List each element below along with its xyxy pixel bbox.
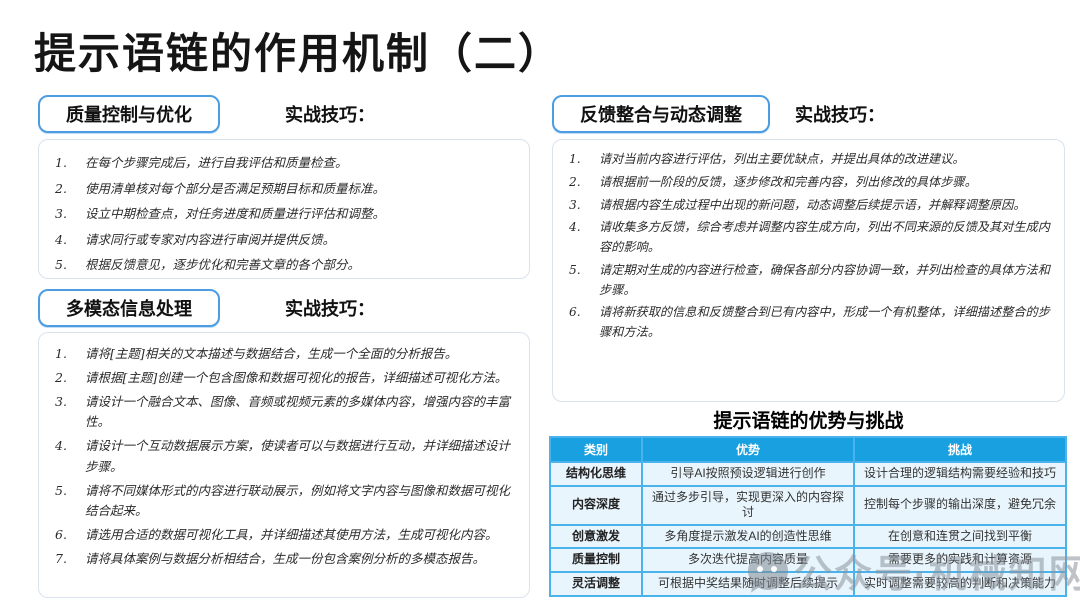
section-badge-multimodal: 多模态信息处理 bbox=[38, 289, 220, 327]
cell-advantage: 引导AI按照预设逻辑进行创作 bbox=[642, 462, 854, 486]
list-item-number: 4. bbox=[53, 436, 85, 478]
list-item-text: 请根据前一阶段的反馈，逐步修改和完善内容，列出修改的具体步骤。 bbox=[599, 173, 1052, 193]
list-item-number: 2. bbox=[567, 173, 599, 193]
list-item-text: 请根据[主题]创建一个包含图像和数据可视化的报告，详细描述可视化方法。 bbox=[85, 368, 517, 389]
list-item: 7. 请将具体案例与数据分析相结合，生成一份包含案例分析的多模态报告。 bbox=[53, 549, 517, 570]
list-item-number: 5. bbox=[567, 261, 599, 301]
cell-challenge: 设计合理的逻辑结构需要经验和技巧 bbox=[854, 462, 1066, 486]
table-header-row: 类别 优势 挑战 bbox=[550, 437, 1066, 462]
cell-advantage: 多角度提示激发AI的创造性思维 bbox=[642, 525, 854, 549]
list-item: 5. 根据反馈意见，逐步优化和完善文章的各个部分。 bbox=[53, 254, 517, 276]
list-item-text: 使用清单核对每个部分是否满足预期目标和质量标准。 bbox=[85, 178, 517, 200]
cell-category: 创意激发 bbox=[550, 525, 642, 549]
cell-advantage: 通过多步引导，实现更深入的内容探讨 bbox=[642, 486, 854, 525]
list-item: 6. 请选用合适的数据可视化工具，并详细描述其使用方法，生成可视化内容。 bbox=[53, 525, 517, 546]
table-row: 灵活调整 可根据中奖结果随时调整后续提示 实时调整需要较高的判断和决策能力 bbox=[550, 572, 1066, 596]
page-title: 提示语链的作用机制（二） bbox=[34, 20, 562, 81]
section-quality-header: 质量控制与优化 实战技巧： bbox=[38, 95, 530, 131]
cell-category: 灵活调整 bbox=[550, 572, 642, 596]
list-item: 4. 请收集多方反馈，综合考虑并调整内容生成方向，列出不同来源的反馈及其对生成内… bbox=[567, 218, 1052, 258]
section-multimodal-header: 多模态信息处理 实战技巧： bbox=[38, 289, 530, 325]
table-row: 质量控制 多次迭代提高内容质量 需要更多的实践和计算资源 bbox=[550, 548, 1066, 572]
list-item-number: 3. bbox=[53, 392, 85, 434]
list-item-text: 请定期对生成的内容进行检查，确保各部分内容协调一致，并列出检查的具体方法和步骤。 bbox=[599, 261, 1052, 301]
list-item-text: 请将新获取的信息和反馈整合到已有内容中，形成一个有机整体，详细描述整合的步骤和方… bbox=[599, 303, 1052, 343]
tips-label: 实战技巧： bbox=[795, 101, 885, 127]
list-item-text: 根据反馈意见，逐步优化和完善文章的各个部分。 bbox=[85, 254, 517, 276]
cell-challenge: 需要更多的实践和计算资源 bbox=[854, 548, 1066, 572]
list-item-number: 4. bbox=[567, 218, 599, 258]
list-item: 2. 请根据[主题]创建一个包含图像和数据可视化的报告，详细描述可视化方法。 bbox=[53, 368, 517, 389]
list-item-number: 6. bbox=[53, 525, 85, 546]
list-item-text: 请设计一个融合文本、图像、音频或视频元素的多媒体内容，增强内容的丰富性。 bbox=[85, 392, 517, 434]
table-body: 结构化思维 引导AI按照预设逻辑进行创作 设计合理的逻辑结构需要经验和技巧 内容… bbox=[550, 462, 1066, 596]
cell-challenge: 在创意和连贯之间找到平衡 bbox=[854, 525, 1066, 549]
tips-label: 实战技巧： bbox=[285, 295, 375, 321]
cell-category: 内容深度 bbox=[550, 486, 642, 525]
list-item: 3. 请根据内容生成过程中出现的新问题，动态调整后续提示语，并解释调整原因。 bbox=[567, 196, 1052, 216]
list-item: 1. 请将[主题]相关的文本描述与数据结合，生成一个全面的分析报告。 bbox=[53, 344, 517, 365]
list-item: 5. 请将不同媒体形式的内容进行联动展示，例如将文字内容与图像和数据可视化结合起… bbox=[53, 481, 517, 523]
list-item: 2. 使用清单核对每个部分是否满足预期目标和质量标准。 bbox=[53, 178, 517, 200]
list-item-text: 请收集多方反馈，综合考虑并调整内容生成方向，列出不同来源的反馈及其对生成内容的影… bbox=[599, 218, 1052, 258]
list-item-number: 2. bbox=[53, 178, 85, 200]
list-item-number: 6. bbox=[567, 303, 599, 343]
table-title: 提示语链的优势与挑战 bbox=[552, 406, 1065, 433]
list-item: 6. 请将新获取的信息和反馈整合到已有内容中，形成一个有机整体，详细描述整合的步… bbox=[567, 303, 1052, 343]
list-item-text: 在每个步骤完成后，进行自我评估和质量检查。 bbox=[85, 152, 517, 174]
cell-category: 结构化思维 bbox=[550, 462, 642, 486]
list-item-number: 5. bbox=[53, 254, 85, 276]
list-item-number: 3. bbox=[53, 203, 85, 225]
section-feedback-header: 反馈整合与动态调整 实战技巧： bbox=[552, 95, 1065, 131]
advantages-challenges-table: 类别 优势 挑战 结构化思维 引导AI按照预设逻辑进行创作 设计合理的逻辑结构需… bbox=[549, 436, 1067, 597]
list-item-text: 设立中期检查点，对任务进度和质量进行评估和调整。 bbox=[85, 203, 517, 225]
list-item-number: 2. bbox=[53, 368, 85, 389]
list-quality-tips: 1. 在每个步骤完成后，进行自我评估和质量检查。 2. 使用清单核对每个部分是否… bbox=[38, 139, 530, 279]
list-item: 3. 设立中期检查点，对任务进度和质量进行评估和调整。 bbox=[53, 203, 517, 225]
list-multimodal-tips: 1. 请将[主题]相关的文本描述与数据结合，生成一个全面的分析报告。 2. 请根… bbox=[38, 332, 530, 598]
list-item-text: 请将不同媒体形式的内容进行联动展示，例如将文字内容与图像和数据可视化结合起来。 bbox=[85, 481, 517, 523]
list-item-text: 请设计一个互动数据展示方案，使读者可以与数据进行互动，并详细描述设计步骤。 bbox=[85, 436, 517, 478]
table-row: 结构化思维 引导AI按照预设逻辑进行创作 设计合理的逻辑结构需要经验和技巧 bbox=[550, 462, 1066, 486]
cell-challenge: 实时调整需要较高的判断和决策能力 bbox=[854, 572, 1066, 596]
list-item-number: 4. bbox=[53, 229, 85, 251]
cell-advantage: 可根据中奖结果随时调整后续提示 bbox=[642, 572, 854, 596]
list-feedback-tips: 1. 请对当前内容进行评估，列出主要优缺点，并提出具体的改进建议。 2. 请根据… bbox=[552, 139, 1065, 402]
list-item-text: 请将[主题]相关的文本描述与数据结合，生成一个全面的分析报告。 bbox=[85, 344, 517, 365]
list-item-number: 1. bbox=[53, 344, 85, 365]
list-item-number: 1. bbox=[567, 150, 599, 170]
list-item: 3. 请设计一个融合文本、图像、音频或视频元素的多媒体内容，增强内容的丰富性。 bbox=[53, 392, 517, 434]
list-item-text: 请将具体案例与数据分析相结合，生成一份包含案例分析的多模态报告。 bbox=[85, 549, 517, 570]
list-item-text: 请根据内容生成过程中出现的新问题，动态调整后续提示语，并解释调整原因。 bbox=[599, 196, 1052, 216]
cell-category: 质量控制 bbox=[550, 548, 642, 572]
list-item-number: 5. bbox=[53, 481, 85, 523]
list-item: 5. 请定期对生成的内容进行检查，确保各部分内容协调一致，并列出检查的具体方法和… bbox=[567, 261, 1052, 301]
list-item-number: 1. bbox=[53, 152, 85, 174]
list-item: 1. 在每个步骤完成后，进行自我评估和质量检查。 bbox=[53, 152, 517, 174]
list-item: 4. 请设计一个互动数据展示方案，使读者可以与数据进行互动，并详细描述设计步骤。 bbox=[53, 436, 517, 478]
list-item-number: 7. bbox=[53, 549, 85, 570]
section-badge-quality: 质量控制与优化 bbox=[38, 95, 220, 133]
cell-challenge: 控制每个步骤的输出深度，避免冗余 bbox=[854, 486, 1066, 525]
tips-label: 实战技巧： bbox=[285, 101, 375, 127]
table-row: 内容深度 通过多步引导，实现更深入的内容探讨 控制每个步骤的输出深度，避免冗余 bbox=[550, 486, 1066, 525]
section-badge-feedback: 反馈整合与动态调整 bbox=[552, 95, 770, 133]
list-item: 4. 请求同行或专家对内容进行审阅并提供反馈。 bbox=[53, 229, 517, 251]
cell-advantage: 多次迭代提高内容质量 bbox=[642, 548, 854, 572]
list-item-number: 3. bbox=[567, 196, 599, 216]
table-header-advantage: 优势 bbox=[642, 437, 854, 462]
list-item-text: 请求同行或专家对内容进行审阅并提供反馈。 bbox=[85, 229, 517, 251]
table-row: 创意激发 多角度提示激发AI的创造性思维 在创意和连贯之间找到平衡 bbox=[550, 525, 1066, 549]
list-item-text: 请选用合适的数据可视化工具，并详细描述其使用方法，生成可视化内容。 bbox=[85, 525, 517, 546]
list-item-text: 请对当前内容进行评估，列出主要优缺点，并提出具体的改进建议。 bbox=[599, 150, 1052, 170]
list-item: 2. 请根据前一阶段的反馈，逐步修改和完善内容，列出修改的具体步骤。 bbox=[567, 173, 1052, 193]
table-header-category: 类别 bbox=[550, 437, 642, 462]
table-header-challenge: 挑战 bbox=[854, 437, 1066, 462]
list-item: 1. 请对当前内容进行评估，列出主要优缺点，并提出具体的改进建议。 bbox=[567, 150, 1052, 170]
